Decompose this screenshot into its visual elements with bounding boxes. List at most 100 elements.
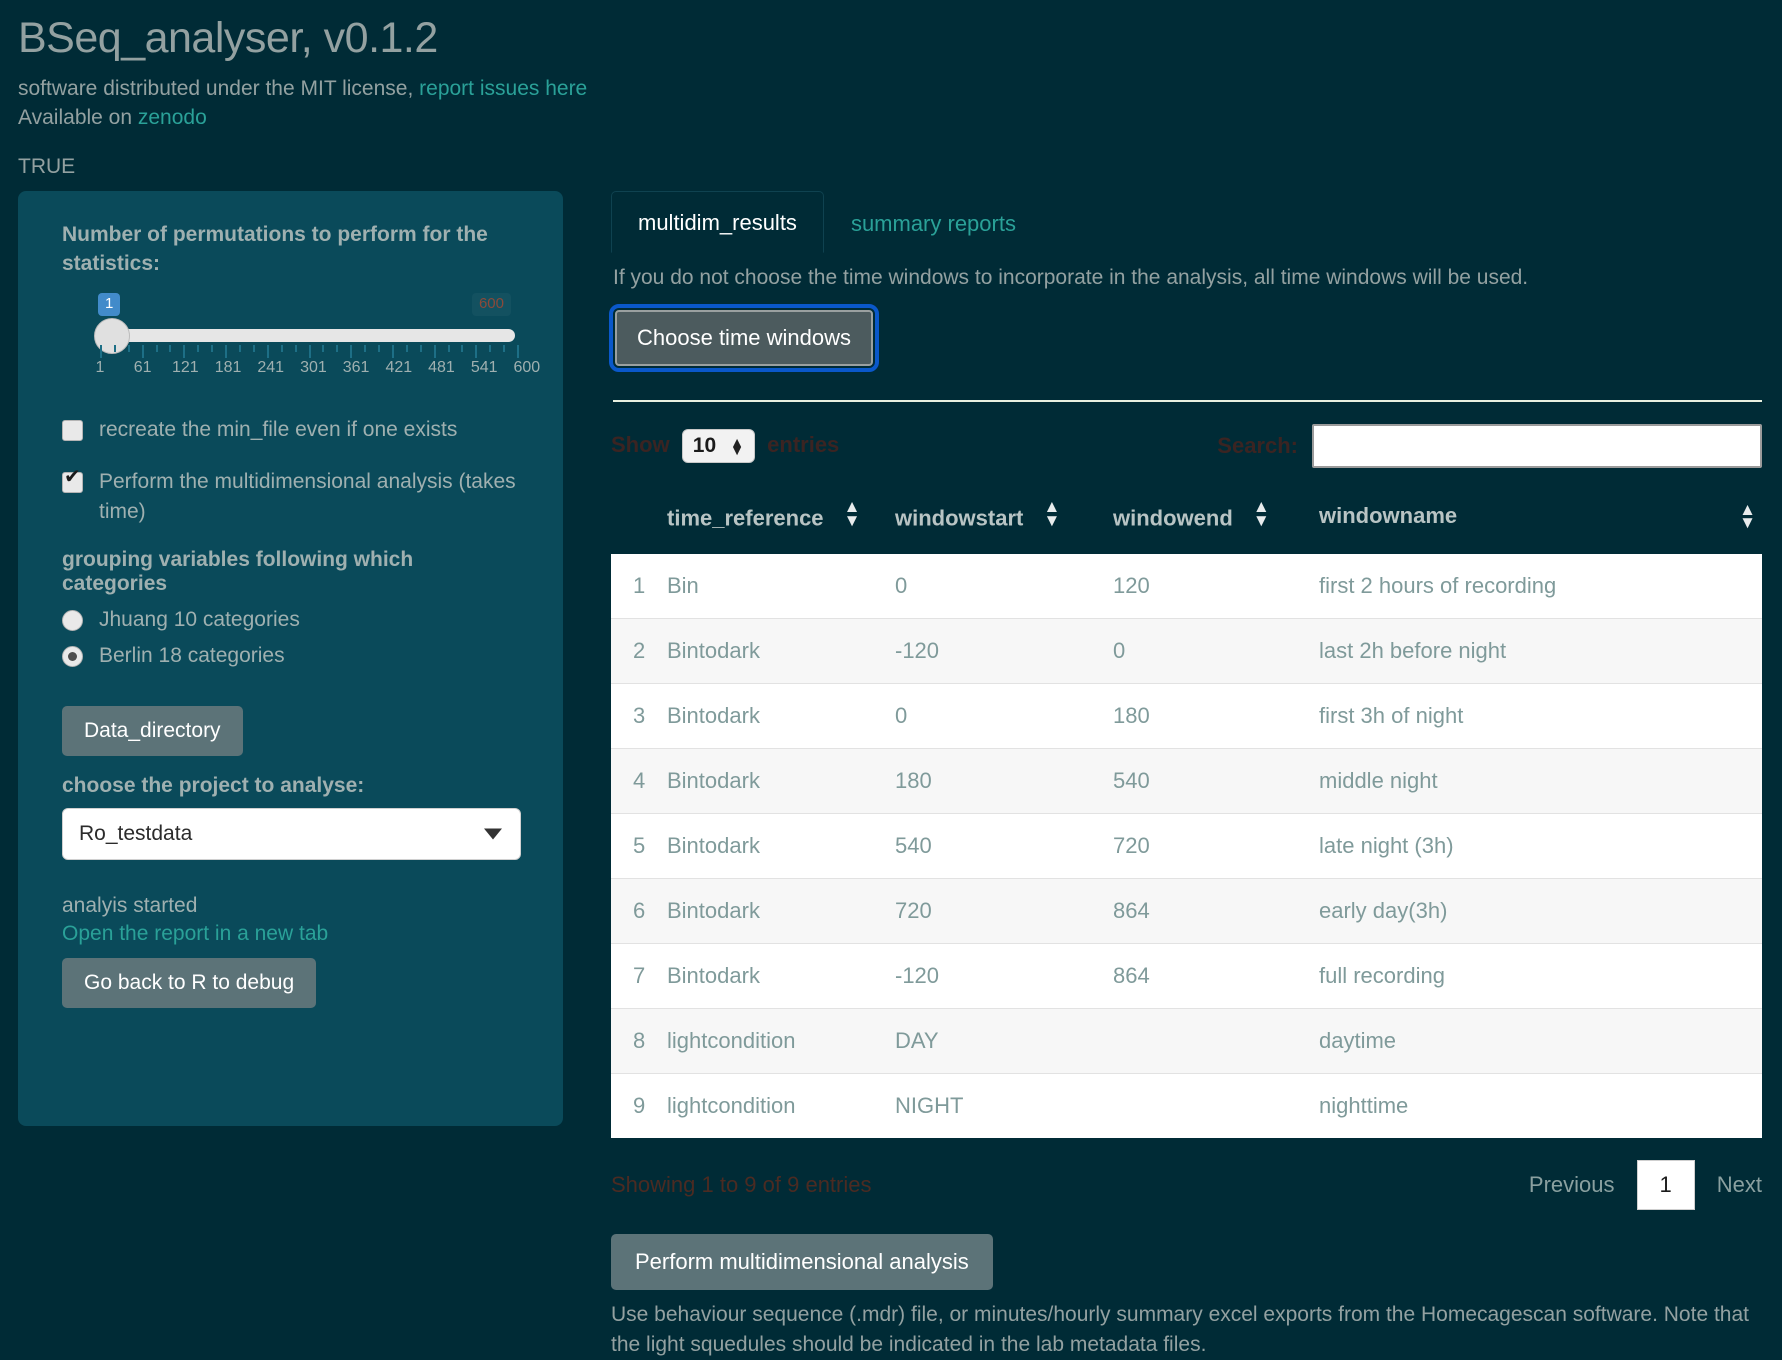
slider-tick-label: 421: [385, 359, 413, 377]
table-row[interactable]: 2 Bintodark -120 0 last 2h before night: [611, 618, 1762, 684]
table-cell: 0: [1113, 618, 1319, 684]
table-cell: 540: [1113, 748, 1319, 814]
table-cell: 864: [1113, 943, 1319, 1009]
true-flag-text: TRUE: [18, 155, 76, 179]
pagination-page-1[interactable]: 1: [1636, 1160, 1695, 1211]
checkbox-label: recreate the min_file even if one exists: [99, 418, 458, 442]
sort-icon[interactable]: ▲ ▼: [1043, 499, 1060, 529]
slider-tick-label: 1: [95, 359, 105, 377]
table-cell: late night (3h): [1319, 813, 1762, 879]
table-cell: Bintodark: [667, 683, 895, 749]
table-cell: -120: [895, 943, 1113, 1009]
table-cell: 1: [633, 573, 646, 599]
slider-max-bubble: 600: [471, 293, 511, 316]
permutations-slider[interactable]: 1 600 1 61 121 181 241 301 361 421 481 541 600: [62, 293, 540, 393]
data-directory-button[interactable]: Data_directory: [62, 706, 243, 757]
time-windows-hint: If you do not choose the time windows to…: [613, 266, 1529, 290]
open-report-link[interactable]: Open the report in a new tab: [62, 922, 521, 946]
footer-note: Use behaviour sequence (.mdr) file, or m…: [611, 1303, 1749, 1356]
sort-icon[interactable]: ▲ ▼: [1253, 499, 1270, 529]
choose-time-windows-button[interactable]: Choose time windows: [609, 304, 879, 373]
checkbox-perform-multidim[interactable]: Perform the multidimensional analysis (t…: [62, 467, 521, 527]
table-row[interactable]: 9 lightcondition NIGHT nighttime: [611, 1073, 1762, 1139]
project-select-value: Ro_testdata: [79, 822, 193, 846]
table-cell: lightcondition: [667, 1008, 895, 1074]
time-windows-table: time_reference ▲ ▼ windowstart ▲ ▼ windowe…: [611, 490, 1762, 1139]
slider-value-bubble: 1: [98, 293, 121, 316]
radio-berlin-18[interactable]: Berlin 18 categories: [62, 644, 521, 668]
table-cell: 7: [611, 943, 667, 1009]
radio-jhuang-10[interactable]: Jhuang 10 categories: [62, 608, 521, 632]
table-cell: Bin: [667, 573, 699, 599]
pagination-previous[interactable]: Previous: [1529, 1172, 1615, 1198]
table-body: 1 Bin 0 120 first 2 hours of recording 2 Binto…: [611, 554, 1762, 1139]
analysis-status-text: analyis started: [62, 894, 198, 918]
results-panel: multidim_results summary reports If you …: [609, 191, 1764, 1360]
table-row[interactable]: 7 Bintodark -120 864 full recording: [611, 943, 1762, 1009]
tab-multidim-results[interactable]: multidim_results: [611, 191, 824, 254]
table-cell: DAY: [895, 1008, 1113, 1074]
sort-icon[interactable]: ▲ ▼: [1739, 501, 1756, 531]
table-footer: Showing 1 to 9 of 9 entries Previous 1 N…: [611, 1160, 1762, 1211]
table-row[interactable]: 1 Bin 0 120 first 2 hours of recording: [611, 554, 1762, 619]
pagination-next[interactable]: Next: [1717, 1172, 1762, 1198]
checkbox-recreate-minfile[interactable]: recreate the min_file even if one exists: [62, 415, 521, 445]
table-cell: first 3h of night: [1319, 683, 1762, 749]
report-issues-link[interactable]: report issues here: [419, 77, 587, 100]
th-label: windowend: [1113, 506, 1233, 532]
project-select[interactable]: Ro_testdata: [62, 808, 521, 861]
license-text: software distributed under the MIT licen…: [18, 77, 420, 101]
table-cell: 540: [895, 813, 1113, 879]
table-row[interactable]: 8 lightcondition DAY daytime: [611, 1008, 1762, 1074]
header-subtitle: software distributed under the MIT licen…: [18, 75, 1764, 133]
table-cell: 864: [1113, 878, 1319, 944]
table-cell: nighttime: [1319, 1073, 1762, 1139]
slider-track[interactable]: [100, 329, 515, 343]
th-windowname[interactable]: windowname ▲ ▼: [1319, 490, 1762, 554]
table-cell: NIGHT: [895, 1073, 1113, 1139]
table-cell: 3: [611, 683, 667, 749]
table-cell: last 2h before night: [1319, 618, 1762, 684]
table-row[interactable]: 5 Bintodark 540 720 late night (3h): [611, 813, 1762, 879]
tab-summary-reports[interactable]: summary reports: [824, 192, 1043, 253]
th-windowstart[interactable]: windowstart ▲ ▼: [895, 490, 1113, 554]
zenodo-link[interactable]: zenodo: [138, 106, 207, 129]
checkbox-box[interactable]: [62, 467, 83, 493]
radio-circle[interactable]: [62, 645, 83, 667]
th-time-reference[interactable]: time_reference ▲ ▼: [667, 490, 895, 554]
grouping-variables-label: grouping variables following which categ…: [62, 548, 414, 596]
slider-tick-label: 301: [300, 359, 327, 377]
slider-tick-label: 541: [470, 359, 498, 377]
radio-label: Jhuang 10 categories: [99, 608, 300, 632]
page-length-select[interactable]: 10 ▲ ▼: [681, 429, 756, 464]
table-cell: 0: [895, 683, 1113, 749]
th-windowend[interactable]: windowend ▲ ▼: [1113, 490, 1319, 554]
radio-circle[interactable]: [62, 609, 83, 631]
table-row[interactable]: 3 Bintodark 0 180 first 3h of night: [611, 683, 1762, 749]
choose-project-label: choose the project to analyse:: [62, 774, 365, 798]
th-index: [611, 490, 667, 554]
checkbox-box[interactable]: [62, 420, 83, 442]
go-back-to-r-button[interactable]: Go back to R to debug: [62, 958, 317, 1009]
show-entries-control[interactable]: Show 10 ▲ ▼ entries: [611, 429, 840, 464]
table-cell: early day(3h): [1319, 878, 1762, 944]
table-row[interactable]: 4 Bintodark 180 540 middle night: [611, 748, 1762, 814]
perform-multidimensional-analysis-button[interactable]: Perform multidimensional analysis: [611, 1234, 993, 1291]
stepper-arrows-icon[interactable]: ▲ ▼: [730, 435, 744, 458]
table-cell: Bintodark: [667, 748, 895, 814]
sort-icon[interactable]: ▲ ▼: [844, 499, 861, 529]
table-cell: middle night: [1319, 748, 1762, 814]
table-row[interactable]: 6 Bintodark 720 864 early day(3h): [611, 878, 1762, 944]
page-length-value: 10: [692, 434, 717, 458]
slider-tick-label: 61: [133, 359, 152, 377]
th-label: windowname: [1319, 502, 1458, 528]
search-label: Search:: [1217, 433, 1298, 459]
pagination: Previous 1 Next: [1529, 1160, 1762, 1211]
slider-tick-label: 181: [214, 359, 242, 377]
available-on-text: Available on: [18, 106, 138, 130]
search-input[interactable]: [1312, 424, 1762, 469]
permutations-label: Number of permutations to perform for th…: [62, 223, 488, 276]
th-label: windowstart: [895, 506, 1024, 532]
tab-bar: multidim_results summary reports: [611, 191, 1762, 254]
entries-label: entries: [767, 432, 840, 458]
